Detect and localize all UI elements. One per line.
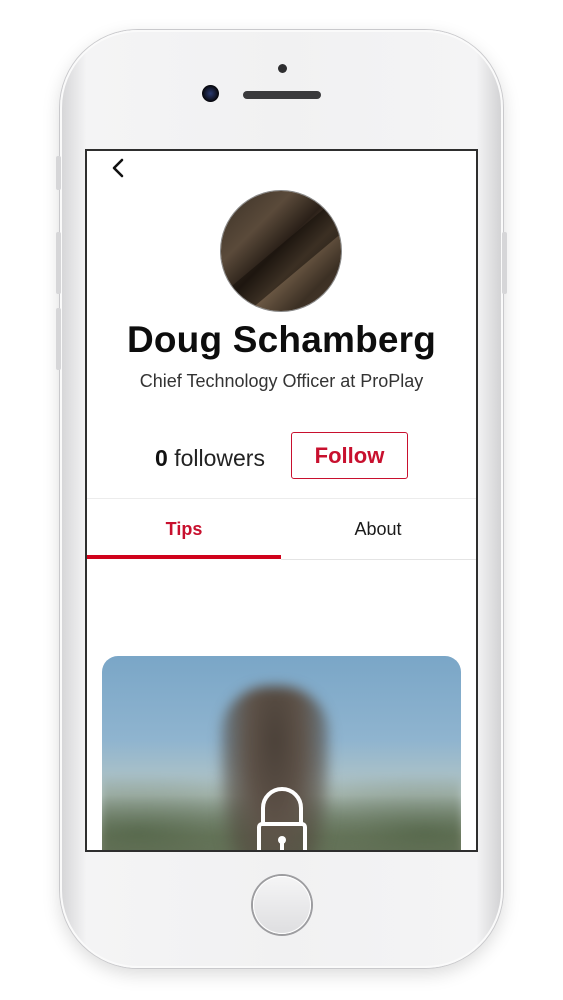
- mute-switch: [56, 156, 61, 190]
- volume-up-button: [56, 232, 61, 294]
- back-button[interactable]: [107, 157, 131, 181]
- home-button[interactable]: [253, 876, 311, 934]
- chevron-left-icon: [112, 158, 124, 178]
- followers-label: followers: [174, 445, 265, 471]
- divider: [281, 559, 476, 560]
- power-button: [502, 232, 507, 294]
- front-camera: [202, 85, 219, 102]
- profile-name: Doug Schamberg: [126, 319, 437, 360]
- lock-icon: [257, 787, 307, 850]
- follow-button[interactable]: Follow: [291, 432, 408, 479]
- proximity-sensor: [278, 64, 287, 73]
- volume-down-button: [56, 308, 61, 370]
- locked-tip-card[interactable]: [102, 656, 461, 850]
- profile-title: Chief Technology Officer at ProPlay: [139, 371, 424, 391]
- tab-tips[interactable]: Tips: [87, 499, 281, 559]
- earpiece-speaker: [243, 91, 321, 99]
- followers-count: 0 followers: [155, 445, 265, 472]
- avatar: [221, 191, 341, 311]
- followers-number: 0: [155, 445, 168, 471]
- active-tab-indicator: [87, 555, 281, 559]
- tab-about[interactable]: About: [281, 499, 475, 559]
- app-screen: Doug Schamberg Chief Technology Officer …: [87, 151, 476, 850]
